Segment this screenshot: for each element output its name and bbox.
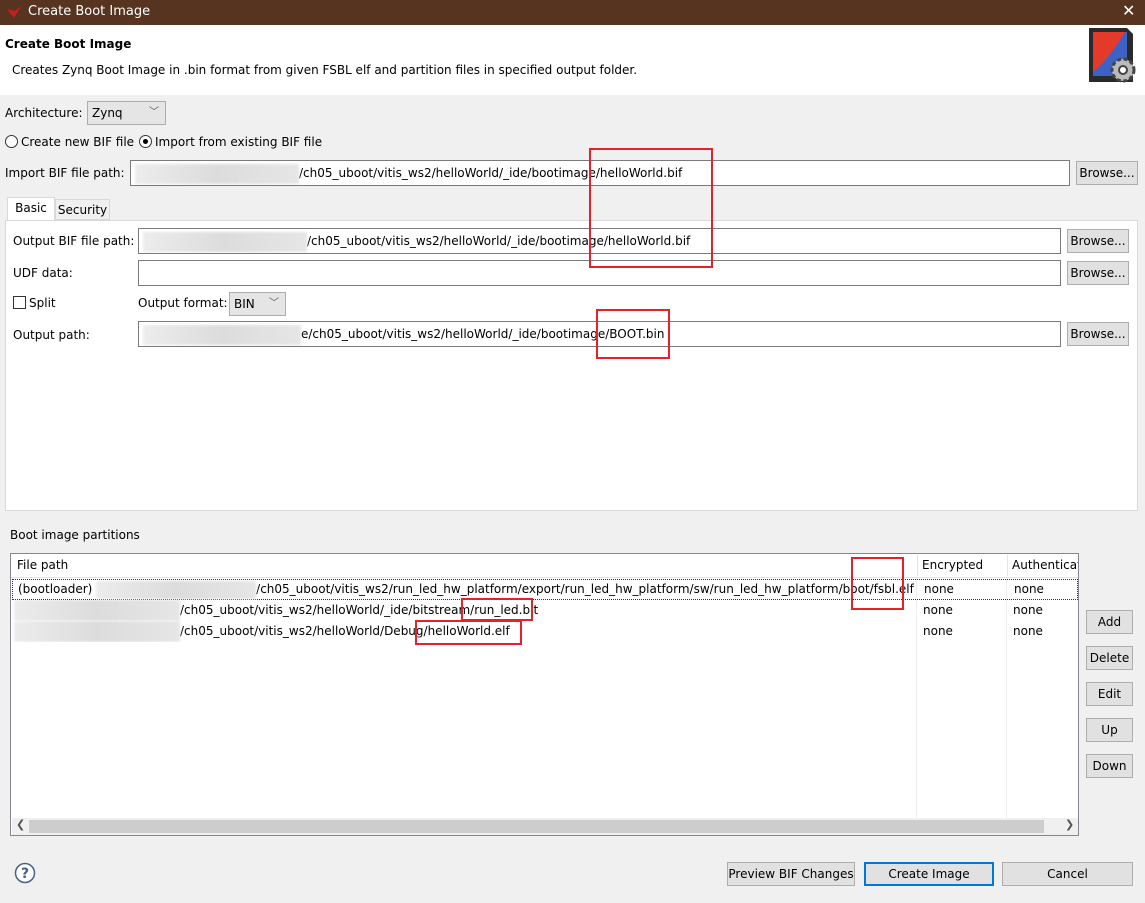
input-value: /ch05_uboot/vitis_ws2/helloWorld/_ide/bo… xyxy=(299,166,683,180)
row-path: /ch05_uboot/vitis_ws2/run_led_hw_platfor… xyxy=(256,582,914,596)
udf-label: UDF data: xyxy=(13,266,73,280)
help-icon[interactable]: ? xyxy=(14,862,36,884)
column-header-authentication[interactable]: Authenticat xyxy=(1007,555,1078,576)
chevron-down-icon: ﹀ xyxy=(149,107,159,118)
app-logo-icon xyxy=(7,6,21,18)
udf-data-input[interactable] xyxy=(138,260,1061,286)
boot-image-gear-icon xyxy=(1089,28,1136,83)
radio-label: Create new BIF file xyxy=(21,135,135,149)
output-path-browse-button[interactable]: Browse... xyxy=(1067,322,1129,346)
edit-partition-button[interactable]: Edit xyxy=(1086,682,1133,706)
import-bif-browse-button[interactable]: Browse... xyxy=(1076,161,1138,185)
output-bif-label: Output BIF file path: xyxy=(13,234,135,248)
radio-import-bif[interactable]: Import from existing BIF file xyxy=(139,135,322,149)
scroll-left-icon[interactable]: ❮ xyxy=(16,818,25,831)
tab-security[interactable]: Security xyxy=(55,199,110,220)
chevron-down-icon: ﹀ xyxy=(269,298,279,309)
svg-text:?: ? xyxy=(21,866,29,882)
output-format-value: BIN xyxy=(234,297,255,311)
horizontal-scrollbar[interactable]: ❮ ❯ xyxy=(12,818,1078,835)
page-title: Create Boot Image xyxy=(5,37,132,51)
input-value: e/ch05_uboot/vitis_ws2/helloWorld/_ide/b… xyxy=(301,327,665,341)
import-bif-path-input[interactable]: /ch05_uboot/vitis_ws2/helloWorld/_ide/bo… xyxy=(130,160,1070,186)
output-bif-browse-button[interactable]: Browse... xyxy=(1067,229,1129,253)
column-header-file-path[interactable]: File path xyxy=(13,555,917,576)
move-down-button[interactable]: Down xyxy=(1086,754,1133,778)
row-path: /ch05_uboot/vitis_ws2/helloWorld/_ide/bi… xyxy=(180,603,539,617)
partitions-table: File path Encrypted Authenticat (bootloa… xyxy=(10,553,1079,836)
table-header: File path Encrypted Authenticat xyxy=(11,554,1078,578)
add-partition-button[interactable]: Add xyxy=(1086,610,1133,634)
title-bar: Create Boot Image ✕ xyxy=(0,0,1145,25)
row-auth: none xyxy=(1014,582,1044,596)
output-format-select[interactable]: BIN ﹀ xyxy=(229,292,286,316)
output-path-input[interactable]: e/ch05_uboot/vitis_ws2/helloWorld/_ide/b… xyxy=(138,321,1061,347)
partitions-label: Boot image partitions xyxy=(10,528,140,542)
radio-selected-icon xyxy=(139,135,152,148)
row-auth: none xyxy=(1013,603,1043,617)
row-auth: none xyxy=(1013,624,1043,638)
output-format-label: Output format: xyxy=(138,296,228,310)
architecture-label: Architecture: xyxy=(5,106,83,120)
create-image-button[interactable]: Create Image xyxy=(864,862,994,886)
output-path-label: Output path: xyxy=(13,328,90,342)
architecture-select[interactable]: Zynq ﹀ xyxy=(87,101,166,125)
output-bif-path-input[interactable]: /ch05_uboot/vitis_ws2/helloWorld/_ide/bo… xyxy=(138,228,1061,254)
scroll-right-icon[interactable]: ❯ xyxy=(1065,818,1074,831)
input-value: /ch05_uboot/vitis_ws2/helloWorld/_ide/bo… xyxy=(307,234,691,248)
table-row[interactable]: (bootloader) /ch05_uboot/vitis_ws2/run_l… xyxy=(12,579,1078,600)
row-prefix: (bootloader) xyxy=(18,582,97,596)
checkbox-icon xyxy=(13,296,26,309)
table-row[interactable]: /ch05_uboot/vitis_ws2/helloWorld/Debug/h… xyxy=(12,621,1078,642)
architecture-value: Zynq xyxy=(92,106,123,120)
scrollbar-thumb[interactable] xyxy=(29,820,1044,833)
row-encrypted: none xyxy=(923,603,953,617)
row-encrypted: none xyxy=(923,624,953,638)
table-row[interactable]: /ch05_uboot/vitis_ws2/helloWorld/_ide/bi… xyxy=(12,600,1078,621)
window-title: Create Boot Image xyxy=(28,4,151,19)
tab-basic[interactable]: Basic xyxy=(7,197,55,221)
close-icon[interactable]: ✕ xyxy=(1122,1,1135,20)
row-path: /ch05_uboot/vitis_ws2/helloWorld/Debug/h… xyxy=(180,624,510,638)
radio-label: Import from existing BIF file xyxy=(155,135,323,149)
radio-create-new-bif[interactable]: Create new BIF file xyxy=(5,135,134,149)
move-up-button[interactable]: Up xyxy=(1086,718,1133,742)
row-encrypted: none xyxy=(924,582,954,596)
split-checkbox[interactable]: Split xyxy=(13,296,56,310)
page-description: Creates Zynq Boot Image in .bin format f… xyxy=(12,63,638,77)
delete-partition-button[interactable]: Delete xyxy=(1086,646,1133,670)
column-header-encrypted[interactable]: Encrypted xyxy=(917,555,1007,576)
cancel-button[interactable]: Cancel xyxy=(1002,862,1133,886)
dialog-header: Create Boot Image Creates Zynq Boot Imag… xyxy=(0,25,1145,95)
radio-icon xyxy=(5,135,18,148)
udf-browse-button[interactable]: Browse... xyxy=(1067,261,1129,285)
preview-bif-changes-button[interactable]: Preview BIF Changes xyxy=(727,862,855,886)
split-label: Split xyxy=(29,296,56,310)
import-bif-label: Import BIF file path: xyxy=(5,166,125,180)
